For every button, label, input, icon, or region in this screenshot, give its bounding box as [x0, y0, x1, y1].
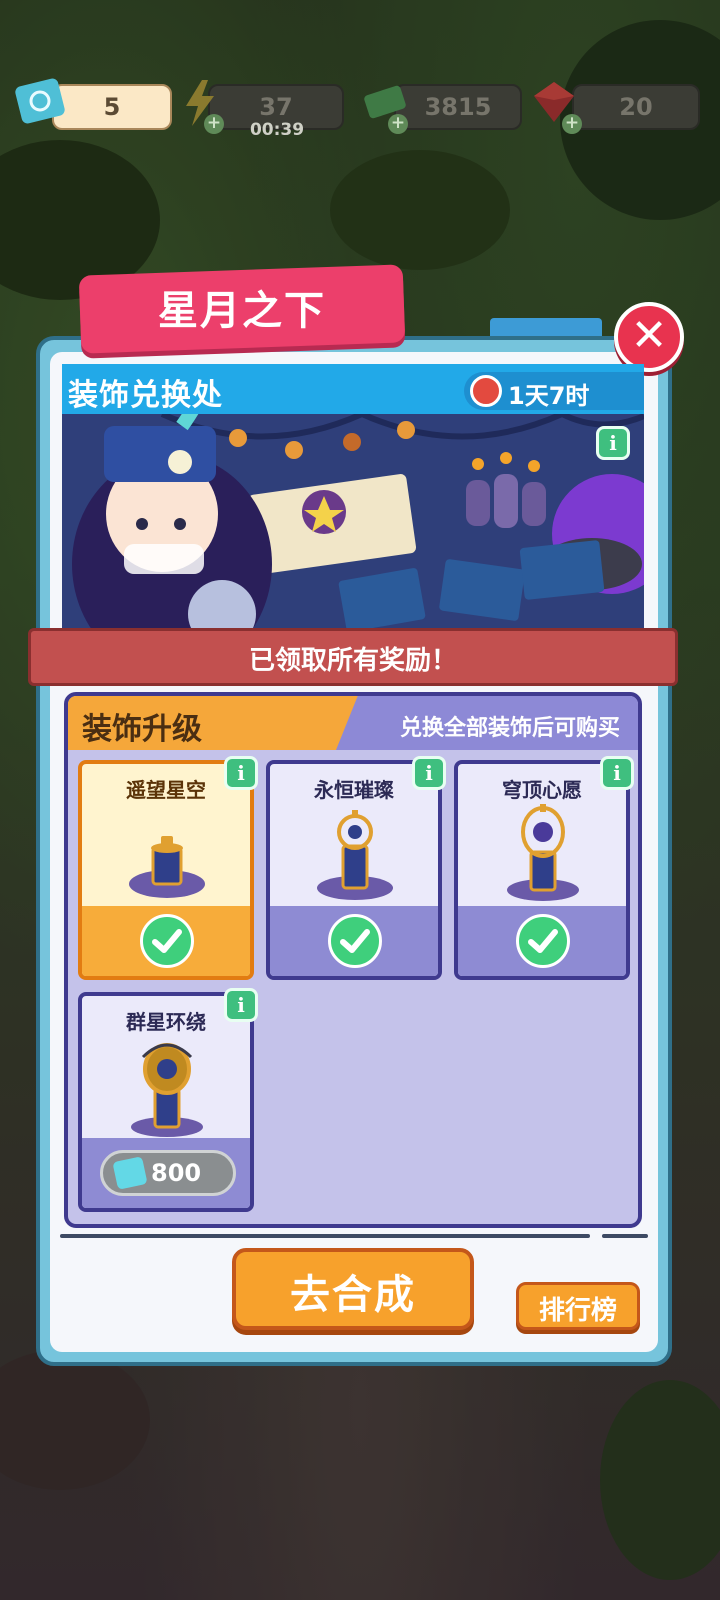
decoration-upgrade-section: 装饰升级 兑换全部装饰后可购买 遥望星空 i 永恒璀璨 i 穹顶心愿 i 群星环… [64, 692, 642, 1228]
check-icon [328, 914, 382, 968]
decoration-4-info-button[interactable]: i [224, 988, 258, 1022]
decoration-card-2[interactable]: 永恒璀璨 [266, 760, 442, 980]
upgrade-title: 装饰升级 [82, 712, 202, 747]
energy-plus-button[interactable]: + [204, 114, 224, 134]
close-button[interactable]: ✕ [614, 302, 684, 372]
ticket-count: 5 [103, 93, 121, 121]
gem-count: 20 [619, 93, 653, 121]
countdown-badge: 1天7时 [464, 372, 644, 410]
decoration-image [129, 836, 205, 898]
gem-plus-button[interactable]: + [562, 114, 582, 134]
decoration-3-info-button[interactable]: i [600, 756, 634, 790]
close-icon: ✕ [630, 310, 668, 361]
ticket-counter[interactable]: 5 [52, 84, 172, 130]
ticket-icon [10, 76, 68, 132]
decoration-image [317, 810, 393, 900]
decoration-card-4[interactable]: 群星环绕 800 [78, 992, 254, 1212]
decoration-image [131, 1043, 203, 1137]
banner-label: 装饰兑换处 [68, 378, 223, 413]
banner-info-button[interactable]: i [596, 426, 630, 460]
decoration-1-info-button[interactable]: i [224, 756, 258, 790]
upgrade-hint: 兑换全部装饰后可购买 [399, 716, 620, 741]
leaderboard-label: 排行榜 [538, 1296, 617, 1326]
countdown-text: 1天7时 [508, 382, 590, 410]
rewards-claimed-text: 已领取所有奖励！ [248, 646, 457, 676]
check-icon [516, 914, 570, 968]
check-icon [140, 914, 194, 968]
divider [602, 1234, 648, 1238]
price-button[interactable]: 800 [100, 1150, 236, 1196]
divider [60, 1234, 590, 1238]
dialog-title: 星月之下 [158, 288, 326, 334]
exchange-banner: 装饰兑换处 1天7时 i [62, 364, 644, 634]
tab-decoration [490, 318, 602, 336]
decoration-2-info-button[interactable]: i [412, 756, 446, 790]
decoration-card-1[interactable]: 遥望星空 [78, 760, 254, 980]
clock-icon [470, 375, 502, 407]
go-merge-label: 去合成 [290, 1272, 416, 1318]
decoration-card-3[interactable]: 穹顶心愿 [454, 760, 630, 980]
decoration-image [507, 804, 579, 901]
price-value: 800 [151, 1159, 202, 1187]
cash-plus-button[interactable]: + [388, 114, 408, 134]
gem-counter[interactable]: 20 [572, 84, 700, 130]
energy-timer: 00:39 [249, 120, 305, 140]
cash-counter[interactable]: 3815 [394, 84, 522, 130]
cash-count: 3815 [424, 93, 492, 121]
ticket-icon [112, 1156, 148, 1190]
